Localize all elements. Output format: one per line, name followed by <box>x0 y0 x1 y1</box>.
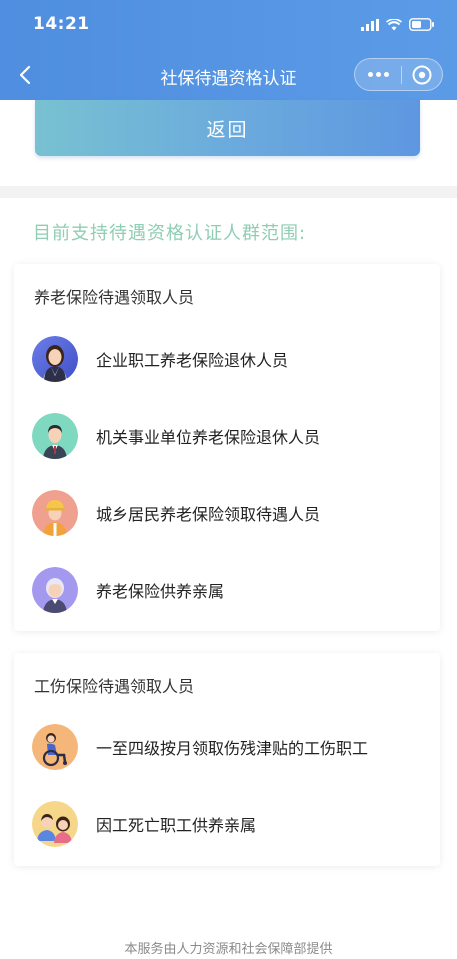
battery-icon <box>409 16 435 35</box>
return-button[interactable]: 返回 <box>35 100 420 156</box>
female-worker-avatar-icon <box>32 336 78 382</box>
list-item-label: 城乡居民养老保险领取待遇人员 <box>96 505 321 524</box>
pension-card: 养老保险待遇领取人员 企业职工养老保险退休人员 机关事业单位养老保险退休人员 城… <box>14 264 440 631</box>
list-item[interactable]: 养老保险供养亲属 <box>32 566 432 614</box>
nav-bar: 社保待遇资格认证 <box>0 50 457 100</box>
status-bar: 14:21 <box>0 0 457 48</box>
family-dependents-avatar-icon <box>32 801 78 847</box>
footer-text: 本服务由人力资源和社会保障部提供 <box>124 942 333 957</box>
list-item[interactable]: 企业职工养老保险退休人员 <box>32 335 432 383</box>
status-time: 14:21 <box>33 14 90 34</box>
injury-card: 工伤保险待遇领取人员 一至四级按月领取伤残津贴的工伤职工 因工死亡职工供养亲属 <box>14 653 440 866</box>
wifi-icon <box>386 16 402 35</box>
list-item[interactable]: 一至四级按月领取伤残津贴的工伤职工 <box>32 723 432 771</box>
male-official-avatar-icon <box>32 413 78 459</box>
list-item[interactable]: 机关事业单位养老保险退休人员 <box>32 412 432 460</box>
list-item-label: 因工死亡职工供养亲属 <box>96 816 257 835</box>
list-item[interactable]: 城乡居民养老保险领取待遇人员 <box>32 489 432 537</box>
mini-program-capsule <box>354 58 443 91</box>
signal-icon <box>361 16 379 35</box>
pension-card-title: 养老保险待遇领取人员 <box>34 288 195 307</box>
more-icon[interactable] <box>355 59 401 90</box>
header-bar: 14:21 社保待遇资格认证 <box>0 0 457 100</box>
list-item[interactable]: 因工死亡职工供养亲属 <box>32 800 432 848</box>
list-item-label: 企业职工养老保险退休人员 <box>96 351 289 370</box>
list-item-label: 一至四级按月领取伤残津贴的工伤职工 <box>96 739 369 758</box>
close-miniapp-icon[interactable] <box>402 59 442 90</box>
wheelchair-worker-avatar-icon <box>32 724 78 770</box>
section-title: 目前支持待遇资格认证人群范围: <box>33 223 307 244</box>
status-icons <box>361 16 435 35</box>
elderly-dependent-avatar-icon <box>32 567 78 613</box>
rural-worker-avatar-icon <box>32 490 78 536</box>
list-item-label: 机关事业单位养老保险退休人员 <box>96 428 321 447</box>
section-divider <box>0 186 457 198</box>
injury-card-title: 工伤保险待遇领取人员 <box>34 677 195 696</box>
list-item-label: 养老保险供养亲属 <box>96 582 225 601</box>
